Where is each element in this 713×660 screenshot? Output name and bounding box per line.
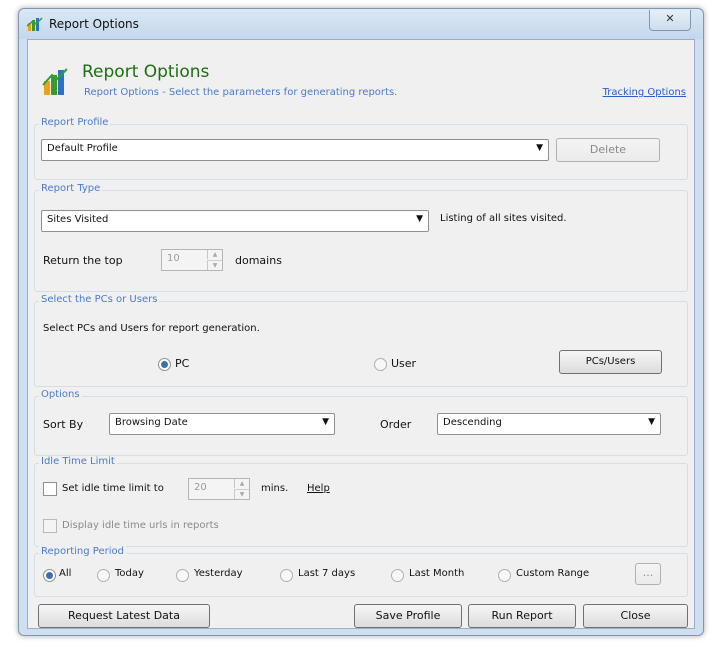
dropdown-arrow-icon: ▼ <box>536 143 543 153</box>
page-subtitle: Report Options - Select the parameters f… <box>84 87 398 98</box>
options-label: Options <box>39 389 82 400</box>
report-options-window: Report Options ✕ Report Options Report O… <box>18 8 704 636</box>
report-type-description: Listing of all sites visited. <box>440 213 567 224</box>
period-lastmonth-radio[interactable] <box>391 569 404 582</box>
close-icon: ✕ <box>665 12 675 25</box>
period-last7-radio[interactable] <box>280 569 293 582</box>
idle-minutes-value: 20 <box>194 482 207 493</box>
dropdown-arrow-icon: ▼ <box>648 417 655 427</box>
pc-radio-label[interactable]: PC <box>175 357 189 370</box>
pcs-users-button[interactable]: PCs/Users <box>559 350 662 374</box>
domains-label: domains <box>235 254 282 267</box>
app-chart-icon <box>27 17 43 31</box>
spinner-down-icon[interactable]: ▼ <box>207 260 222 270</box>
idle-time-label: Idle Time Limit <box>39 456 117 467</box>
report-type-value: Sites Visited <box>47 214 109 225</box>
period-last7-label[interactable]: Last 7 days <box>298 568 355 579</box>
window-title: Report Options <box>49 17 139 31</box>
select-pcs-instruction: Select PCs and Users for report generati… <box>43 323 260 334</box>
report-profile-select[interactable]: Default Profile ▼ <box>41 139 549 161</box>
sort-by-select[interactable]: Browsing Date ▼ <box>109 413 335 435</box>
custom-range-browse-button[interactable]: ... <box>635 563 661 585</box>
spinner-up-icon[interactable]: ▲ <box>207 250 222 259</box>
options-group: Options Sort By Browsing Date ▼ Order De… <box>34 389 688 456</box>
order-value: Descending <box>443 417 502 428</box>
period-yesterday-radio[interactable] <box>176 569 189 582</box>
close-window-button[interactable]: ✕ <box>649 10 691 31</box>
mins-label: mins. <box>261 483 289 494</box>
select-pcs-users-label: Select the PCs or Users <box>39 294 160 305</box>
reporting-period-label: Reporting Period <box>39 546 126 557</box>
tracking-options-link[interactable]: Tracking Options <box>603 87 686 98</box>
sort-by-value: Browsing Date <box>115 417 188 428</box>
spinner-down-icon[interactable]: ▼ <box>234 489 249 499</box>
reporting-period-group: Reporting Period All Today Yesterday Las… <box>34 546 688 597</box>
report-profile-group: Report Profile Default Profile ▼ Delete <box>34 117 688 180</box>
sort-by-label: Sort By <box>43 418 84 431</box>
report-profile-label: Report Profile <box>39 117 111 128</box>
idle-time-group: Idle Time Limit Set idle time limit to 2… <box>34 456 688 547</box>
dialog-body: Report Options Report Options - Select t… <box>27 39 695 629</box>
display-idle-checkbox[interactable] <box>43 519 57 533</box>
idle-minutes-spinner[interactable]: 20 ▲ ▼ <box>188 478 250 500</box>
return-top-value: 10 <box>167 253 180 264</box>
pc-radio[interactable] <box>158 358 171 371</box>
period-all-label[interactable]: All <box>59 568 71 579</box>
period-yesterday-label[interactable]: Yesterday <box>194 568 243 579</box>
request-latest-data-button[interactable]: Request Latest Data <box>38 604 210 628</box>
page-title: Report Options <box>82 62 210 82</box>
help-link[interactable]: Help <box>307 483 330 494</box>
order-label: Order <box>380 418 412 431</box>
report-type-group: Report Type Sites Visited ▼ Listing of a… <box>34 183 688 292</box>
save-profile-button[interactable]: Save Profile <box>354 604 462 628</box>
user-radio[interactable] <box>374 358 387 371</box>
spinner-up-icon[interactable]: ▲ <box>234 479 249 488</box>
close-button[interactable]: Close <box>583 604 688 628</box>
report-type-select[interactable]: Sites Visited ▼ <box>41 210 429 232</box>
period-all-radio[interactable] <box>43 569 56 582</box>
delete-button[interactable]: Delete <box>556 138 660 162</box>
set-idle-checkbox[interactable] <box>43 482 57 496</box>
report-type-label: Report Type <box>39 183 103 194</box>
report-profile-value: Default Profile <box>47 143 118 154</box>
period-custom-label[interactable]: Custom Range <box>516 568 589 579</box>
period-today-radio[interactable] <box>97 569 110 582</box>
run-report-button[interactable]: Run Report <box>468 604 576 628</box>
return-top-label: Return the top <box>43 254 123 267</box>
report-logo-icon <box>42 68 68 95</box>
set-idle-label[interactable]: Set idle time limit to <box>62 483 164 494</box>
dropdown-arrow-icon: ▼ <box>322 417 329 427</box>
display-idle-label[interactable]: Display idle time urls in reports <box>62 520 219 531</box>
period-lastmonth-label[interactable]: Last Month <box>409 568 464 579</box>
period-custom-radio[interactable] <box>498 569 511 582</box>
order-select[interactable]: Descending ▼ <box>437 413 661 435</box>
dropdown-arrow-icon: ▼ <box>416 214 423 224</box>
select-pcs-users-group: Select the PCs or Users Select PCs and U… <box>34 294 688 387</box>
period-today-label[interactable]: Today <box>115 568 144 579</box>
user-radio-label[interactable]: User <box>391 357 416 370</box>
title-bar[interactable]: Report Options ✕ <box>19 9 703 39</box>
return-top-spinner[interactable]: 10 ▲ ▼ <box>161 249 223 271</box>
